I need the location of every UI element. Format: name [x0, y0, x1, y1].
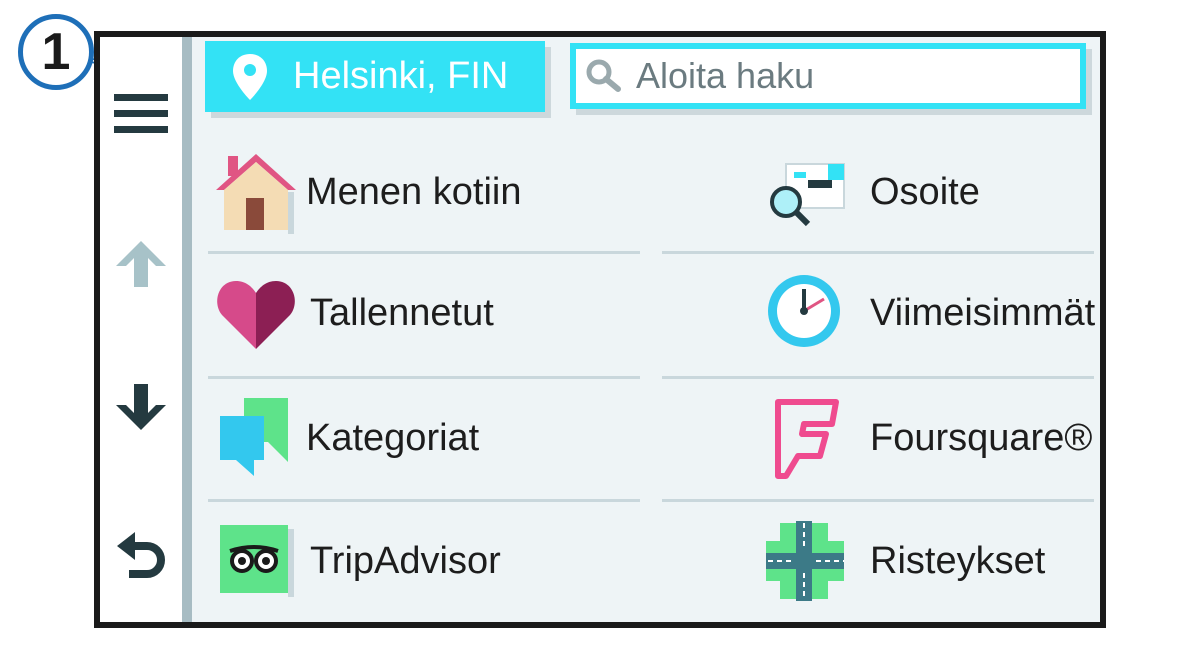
search-placeholder: Aloita haku [636, 55, 815, 96]
sidebar [100, 37, 192, 622]
callout-badge: 1 [18, 14, 94, 90]
menu-item-label: Foursquare® [870, 416, 1093, 459]
menu-item-label: Menen kotiin [306, 170, 522, 213]
hamburger-menu-icon [114, 94, 168, 133]
menu-item-label: Viimeisimmät [870, 291, 1096, 334]
main-panel: Helsinki, FIN Aloita haku Menen kotiin O… [192, 37, 1100, 622]
menu-item-recent[interactable]: Viimeisimmät [764, 253, 1100, 373]
device-screen: Helsinki, FIN Aloita haku Menen kotiin O… [94, 31, 1106, 628]
home-icon [216, 154, 296, 234]
menu-item-label: Osoite [870, 170, 980, 213]
search-icon [586, 59, 622, 93]
address-search-icon [770, 163, 845, 227]
menu-item-tripadvisor[interactable]: TripAdvisor [214, 501, 634, 621]
menu-item-label: Risteykset [870, 539, 1046, 582]
clock-icon [768, 275, 840, 347]
search-input[interactable]: Aloita haku [570, 43, 1086, 109]
menu-item-intersections[interactable]: Risteykset [764, 501, 1100, 621]
intersection-icon [766, 521, 844, 601]
arrow-down-icon [116, 384, 166, 430]
back-button[interactable] [100, 509, 182, 599]
menu-item-label: TripAdvisor [310, 539, 501, 582]
map-pin-icon [233, 53, 267, 100]
callout-number: 1 [41, 23, 71, 81]
back-arrow-icon [117, 532, 165, 578]
menu-item-address[interactable]: Osoite [764, 132, 1100, 252]
menu-item-categories[interactable]: Kategoriat [214, 378, 634, 498]
scroll-up-button[interactable] [100, 219, 182, 309]
foursquare-icon [775, 399, 839, 479]
location-label: Helsinki, FIN [293, 55, 509, 97]
menu-item-foursquare[interactable]: Foursquare® [764, 378, 1100, 498]
scroll-down-button[interactable] [100, 362, 182, 452]
categories-icon [220, 398, 288, 476]
menu-button[interactable] [100, 69, 182, 159]
arrow-up-icon [116, 241, 166, 287]
tripadvisor-icon [220, 525, 294, 597]
heart-icon [217, 281, 295, 349]
menu-item-label: Kategoriat [306, 416, 480, 459]
location-button[interactable]: Helsinki, FIN [205, 41, 545, 112]
menu-item-label: Tallennetut [310, 291, 494, 334]
menu-item-home[interactable]: Menen kotiin [214, 132, 634, 252]
menu-item-saved[interactable]: Tallennetut [214, 253, 634, 373]
